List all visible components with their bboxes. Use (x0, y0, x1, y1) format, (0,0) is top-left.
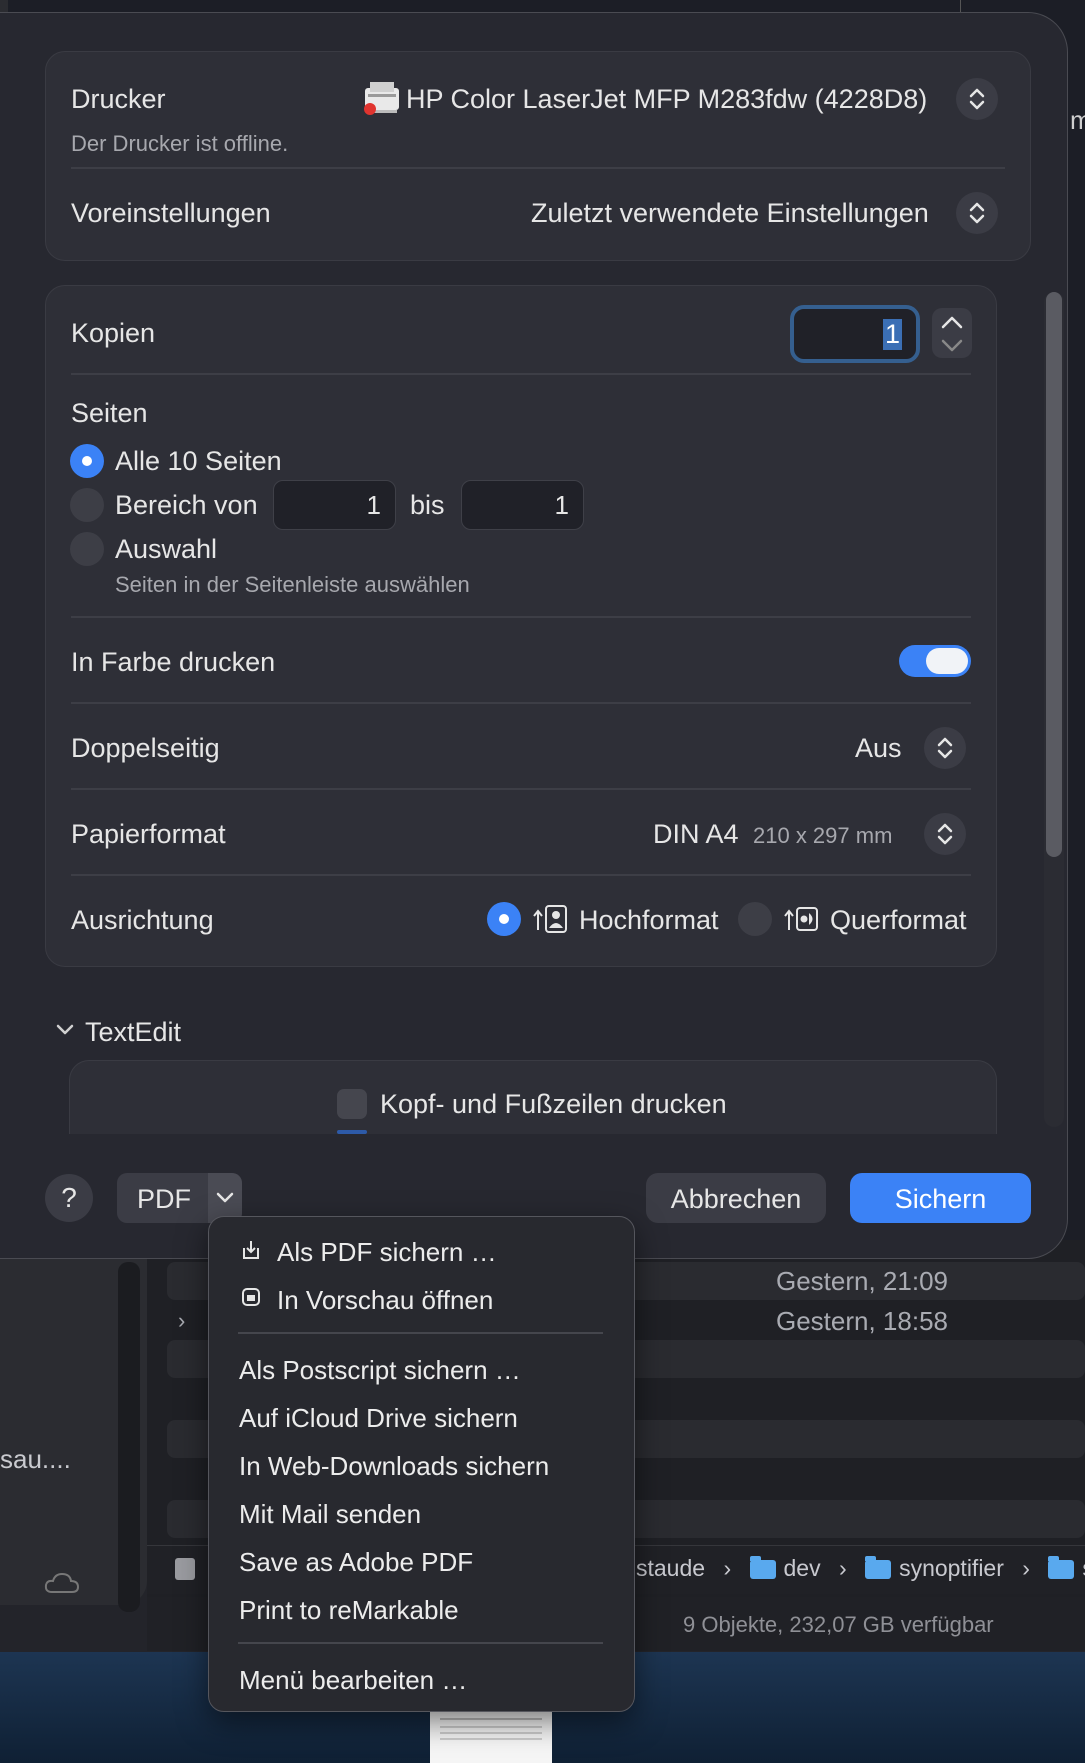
menu-separator (238, 1332, 603, 1334)
duplex-value[interactable]: Aus (855, 733, 902, 764)
menu-separator (238, 1642, 603, 1644)
pdf-button-label: PDF (137, 1184, 191, 1214)
divider (71, 788, 971, 790)
duplex-popup-button[interactable] (924, 727, 966, 769)
finder-row-date: Gestern, 21:09 (776, 1266, 948, 1296)
divider (71, 702, 971, 704)
finder-sidebar-scrollbar[interactable] (118, 1262, 140, 1612)
menu-item-save-web-downloads[interactable]: In Web-Downloads sichern (239, 1451, 549, 1482)
orientation-portrait-label[interactable]: Hochformat (579, 905, 719, 936)
pages-all-label[interactable]: Alle 10 Seiten (115, 446, 282, 477)
printer-label: Drucker (71, 84, 166, 114)
chevron-right-icon: › (723, 1555, 732, 1581)
chevron-updown-icon (937, 737, 953, 759)
breadcrumb-item[interactable]: synoptifier (899, 1555, 1004, 1581)
pages-range-radio[interactable] (70, 488, 104, 522)
copies-stepper[interactable] (932, 308, 972, 358)
chevron-updown-icon (969, 88, 985, 110)
chevron-right-icon: › (1022, 1555, 1030, 1581)
portrait-icon (533, 904, 569, 939)
menu-item-open-preview[interactable]: In Vorschau öffnen (277, 1285, 493, 1316)
menu-item-send-mail[interactable]: Mit Mail senden (239, 1499, 421, 1530)
save-pdf-icon (240, 1238, 262, 1267)
presets-select-value[interactable]: Zuletzt verwendete Einstellungen (531, 198, 929, 229)
dialog-scrollbar-thumb[interactable] (1046, 292, 1062, 857)
landscape-icon (784, 904, 820, 939)
orientation-label: Ausrichtung (71, 905, 214, 935)
checkbox-fragment (337, 1130, 367, 1134)
breadcrumb: staude › dev › synoptifier › sy (636, 1555, 1085, 1582)
breadcrumb-item[interactable]: dev (784, 1555, 821, 1581)
paper-popup-button[interactable] (924, 813, 966, 855)
pages-selection-hint: Seiten in der Seitenleiste auswählen (115, 572, 470, 597)
orientation-landscape-label[interactable]: Querformat (830, 905, 967, 936)
chevron-right-icon: › (839, 1555, 847, 1581)
printer-icon (362, 80, 402, 116)
breadcrumb-item[interactable]: staude (636, 1555, 705, 1581)
paper-dimensions: 210 x 297 mm (753, 823, 893, 848)
chevron-down-icon[interactable] (54, 1018, 76, 1045)
color-toggle[interactable] (899, 645, 971, 677)
finder-row-date: Gestern, 18:58 (776, 1306, 948, 1336)
chevron-updown-icon (941, 316, 963, 352)
cancel-button[interactable]: Abbrechen (646, 1173, 826, 1223)
textedit-section-title[interactable]: TextEdit (85, 1017, 181, 1048)
pages-range-label[interactable]: Bereich von (115, 490, 258, 521)
paper-value[interactable]: DIN A4 (653, 819, 739, 850)
printer-popup-button[interactable] (956, 78, 998, 120)
menu-item-save-icloud[interactable]: Auf iCloud Drive sichern (239, 1403, 518, 1434)
chevron-updown-icon (937, 823, 953, 845)
background-text-fragment: m (1070, 105, 1085, 135)
copies-label: Kopien (71, 318, 156, 348)
color-label: In Farbe drucken (71, 647, 276, 677)
chevron-right-icon[interactable]: › (178, 1308, 185, 1334)
folder-icon (865, 1556, 892, 1580)
presets-popup-button[interactable] (956, 192, 998, 234)
orientation-landscape-radio[interactable] (738, 902, 772, 936)
divider (71, 373, 971, 375)
menu-item-save-adobe-pdf[interactable]: Save as Adobe PDF (239, 1547, 473, 1578)
save-button[interactable]: Sichern (850, 1173, 1031, 1223)
print-options-card (45, 285, 997, 967)
header-footer-label[interactable]: Kopf- und Fußzeilen drucken (380, 1089, 727, 1120)
divider (71, 874, 971, 876)
duplex-label: Doppelseitig (71, 733, 220, 763)
divider (71, 616, 971, 618)
sidebar-item-fragment[interactable]: sau.... (0, 1444, 71, 1475)
pages-selection-radio[interactable] (70, 532, 104, 566)
folder-icon (1048, 1556, 1075, 1580)
menu-item-save-postscript[interactable]: Als Postscript sichern … (239, 1355, 521, 1386)
chevron-updown-icon (969, 202, 985, 224)
menu-item-edit-menu[interactable]: Menü bearbeiten … (239, 1665, 467, 1696)
divider (71, 167, 1005, 169)
menu-item-save-pdf[interactable]: Als PDF sichern … (277, 1237, 497, 1268)
cloud-icon (44, 1572, 80, 1599)
printer-select-value[interactable]: HP Color LaserJet MFP M283fdw (4228D8) (406, 84, 927, 115)
paper-label: Papierformat (71, 819, 226, 849)
copies-value: 1 (882, 319, 902, 350)
copies-input[interactable]: 1 (790, 305, 920, 363)
toggle-knob (926, 648, 968, 674)
printer-status: Der Drucker ist offline. (71, 131, 289, 156)
disk-icon (175, 1558, 195, 1580)
divider (960, 0, 961, 12)
pages-label: Seiten (71, 398, 148, 428)
range-from-input[interactable]: 1 (273, 480, 396, 530)
help-button[interactable]: ? (45, 1174, 93, 1222)
orientation-portrait-radio[interactable] (487, 902, 521, 936)
header-footer-checkbox[interactable] (337, 1089, 367, 1119)
document-thumbnail (430, 1712, 552, 1763)
range-to-label: bis (410, 490, 445, 520)
presets-label: Voreinstellungen (71, 198, 271, 228)
preview-icon (240, 1286, 262, 1313)
range-to-input[interactable]: 1 (461, 480, 584, 530)
pages-all-radio[interactable] (70, 444, 104, 478)
menu-item-print-remarkable[interactable]: Print to reMarkable (239, 1595, 459, 1626)
finder-status-text: 9 Objekte, 232,07 GB verfügbar (683, 1612, 994, 1637)
folder-icon (749, 1556, 776, 1580)
pages-selection-label[interactable]: Auswahl (115, 534, 217, 565)
